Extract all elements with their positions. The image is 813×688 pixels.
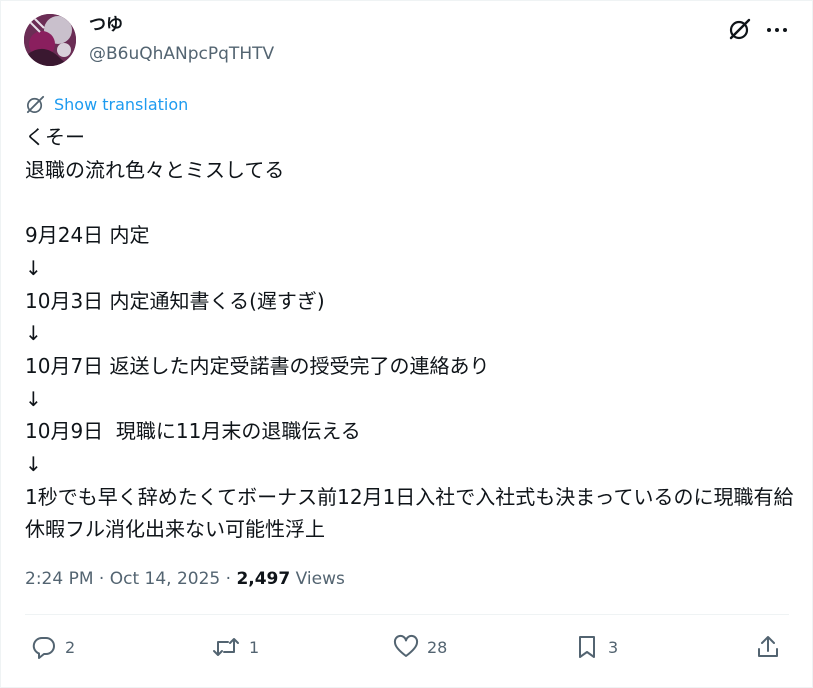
author-display-name[interactable]: つゆ xyxy=(89,14,123,36)
like-button[interactable]: 28 xyxy=(393,624,447,670)
heart-icon xyxy=(393,634,419,657)
bookmark-icon xyxy=(579,636,595,658)
post-meta: 2:24 PM · Oct 14, 2025 · 2,497 Views xyxy=(25,566,345,592)
views-label: Views xyxy=(295,569,345,589)
post-text: くそー 退職の流れ色々とミスしてる 9月24日 内定 ↓ 10月3日 内定通知書… xyxy=(25,125,794,542)
avatar-image xyxy=(24,14,76,66)
share-button[interactable] xyxy=(755,624,781,670)
repost-count: 1 xyxy=(249,637,260,657)
show-translation-link[interactable]: Show translation xyxy=(25,92,188,116)
action-bar: 2 1 28 3 xyxy=(25,624,789,670)
bookmark-button[interactable]: 3 xyxy=(574,624,618,670)
like-count: 28 xyxy=(427,637,448,657)
reply-icon xyxy=(32,636,55,659)
bookmark-count: 3 xyxy=(608,637,619,657)
avatar[interactable] xyxy=(24,14,76,66)
share-icon xyxy=(758,636,778,657)
divider xyxy=(25,614,789,615)
author-handle[interactable]: @B6uQhANpcPqTHTV xyxy=(89,43,274,65)
post-time[interactable]: 2:24 PM xyxy=(25,569,94,589)
show-translation-label: Show translation xyxy=(54,94,189,114)
meta-separator: · xyxy=(98,569,105,589)
reply-button[interactable]: 2 xyxy=(31,624,75,670)
meta-separator: · xyxy=(225,569,232,589)
repost-icon xyxy=(213,638,239,656)
grok-icon[interactable] xyxy=(727,16,753,42)
more-icon[interactable] xyxy=(764,17,790,43)
post-date[interactable]: Oct 14, 2025 xyxy=(110,569,221,589)
reply-count: 2 xyxy=(65,637,76,657)
repost-button[interactable]: 1 xyxy=(211,624,259,670)
translate-icon xyxy=(26,95,45,113)
views-count: 2,497 xyxy=(236,569,291,589)
